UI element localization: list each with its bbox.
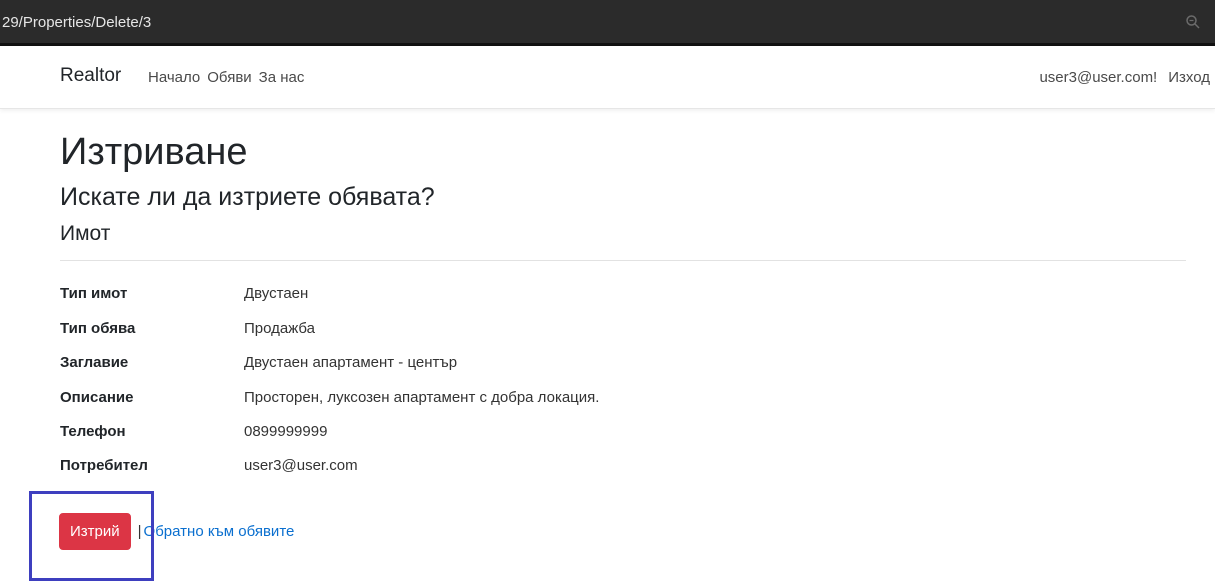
divider xyxy=(60,259,1186,261)
detail-label: Телефон xyxy=(60,423,126,441)
detail-row-title: Заглавие Двустаен апартамент - център xyxy=(60,346,1186,380)
nav-links: Начало Обяви За нас xyxy=(148,69,304,86)
detail-value: 0899999999 xyxy=(244,423,328,441)
page-title: Изтриване xyxy=(60,131,248,173)
form-actions: Изтрий | Обратно към обявите xyxy=(59,513,294,550)
back-to-listings-link[interactable]: Обратно към обявите xyxy=(144,523,295,540)
detail-value: user3@user.com xyxy=(244,457,358,475)
detail-row-property-type: Тип имот Двустаен xyxy=(60,277,1186,311)
nav-user-area: user3@user.com! Изход xyxy=(1039,69,1210,86)
browser-address-bar[interactable]: 29/Properties/Delete/3 xyxy=(0,0,1215,46)
detail-label: Тип имот xyxy=(60,285,128,303)
detail-value: Двустаен xyxy=(244,285,309,303)
magnifier-icon[interactable] xyxy=(1185,14,1201,30)
confirm-question: Искате ли да изтриете обявата? xyxy=(60,182,435,211)
main-content: Изтриване Искате ли да изтриете обявата?… xyxy=(60,130,1186,483)
delete-button[interactable]: Изтрий xyxy=(59,513,131,550)
separator: | xyxy=(137,523,142,540)
detail-row-description: Описание Просторен, луксозен апартамент … xyxy=(60,380,1186,414)
top-navbar: Realtor Начало Обяви За нас user3@user.c… xyxy=(0,46,1215,109)
detail-row-listing-type: Тип обява Продажба xyxy=(60,311,1186,345)
detail-value: Просторен, луксозен апартамент с добра л… xyxy=(244,388,600,406)
nav-link-about[interactable]: За нас xyxy=(259,69,305,86)
detail-label: Потребител xyxy=(60,457,148,475)
brand-link[interactable]: Realtor xyxy=(60,65,121,87)
detail-row-user: Потребител user3@user.com xyxy=(60,449,1186,483)
detail-value: Двустаен апартамент - център xyxy=(244,354,458,372)
address-url[interactable]: 29/Properties/Delete/3 xyxy=(2,14,151,31)
property-details: Тип имот Двустаен Тип обява Продажба Заг… xyxy=(60,277,1186,483)
detail-row-phone: Телефон 0899999999 xyxy=(60,414,1186,448)
detail-label: Описание xyxy=(60,388,134,406)
section-heading: Имот xyxy=(60,221,111,245)
nav-user-account[interactable]: user3@user.com! xyxy=(1039,69,1157,86)
nav-logout[interactable]: Изход xyxy=(1168,69,1210,86)
nav-link-listings[interactable]: Обяви xyxy=(207,69,251,86)
detail-value: Продажба xyxy=(244,319,316,337)
detail-label: Заглавие xyxy=(60,354,129,372)
nav-link-home[interactable]: Начало xyxy=(148,69,200,86)
detail-label: Тип обява xyxy=(60,319,136,337)
